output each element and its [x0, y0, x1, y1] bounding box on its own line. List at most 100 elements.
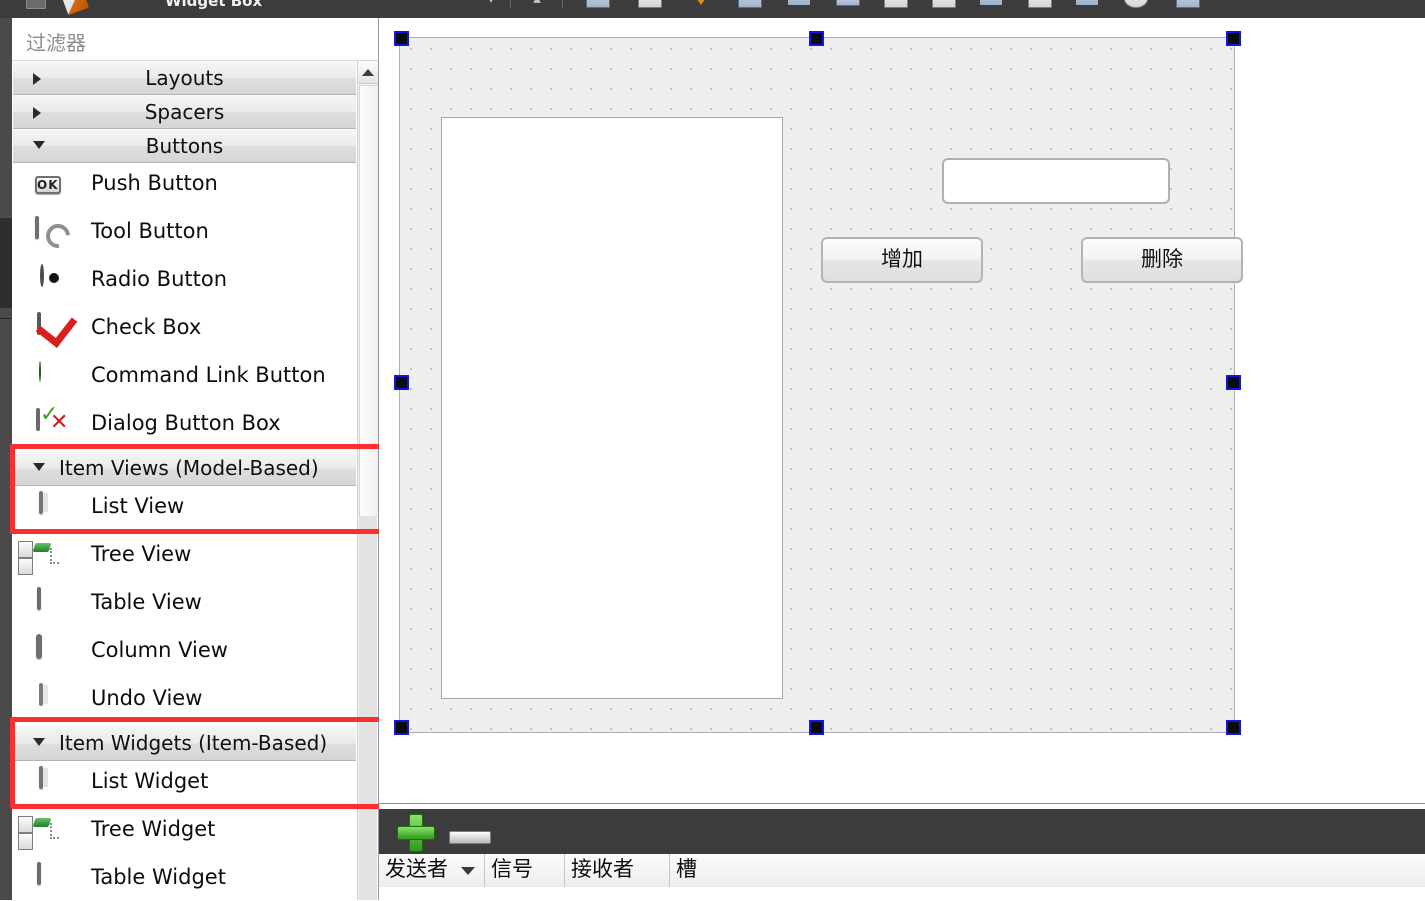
- category-label: Spacers: [144, 100, 225, 124]
- widget-item-tree-widget[interactable]: Tree Widget: [13, 809, 356, 857]
- layout-form-icon[interactable]: [932, 0, 956, 8]
- widget-item-label: Push Button: [91, 171, 218, 195]
- form-line-edit-widget[interactable]: [942, 158, 1170, 204]
- chevron-down-icon: [33, 738, 45, 746]
- widget-item-radio-button[interactable]: Radio Button: [13, 259, 356, 307]
- category-header-buttons[interactable]: Buttons: [13, 129, 356, 163]
- panel-title: Widget Box: [165, 0, 263, 10]
- left-dock-rail[interactable]: [0, 18, 12, 900]
- column-label: 接收者: [571, 857, 634, 881]
- filter-input[interactable]: 过滤器: [26, 27, 86, 56]
- column-label: 信号: [491, 857, 533, 881]
- widget-category-list[interactable]: Layouts Spacers Buttons OK Push Button T…: [13, 61, 356, 900]
- push-button-icon: OK: [35, 176, 61, 194]
- signal-slot-header-row[interactable]: 发送者 信号 接收者 槽: [379, 854, 1425, 888]
- column-header-signal[interactable]: 信号: [485, 854, 565, 887]
- resize-handle-top-left[interactable]: [394, 31, 409, 46]
- list-view-icon: [33, 491, 75, 527]
- widget-item-column-view[interactable]: Column View: [13, 630, 356, 678]
- rail-divider: [0, 318, 12, 319]
- column-view-icon: [33, 634, 75, 671]
- scrollbar-track[interactable]: [359, 516, 377, 900]
- form-designer-canvas[interactable]: 增加 删除: [379, 18, 1425, 803]
- widget-item-tree-view[interactable]: Tree View: [13, 534, 356, 582]
- widget-item-list-widget[interactable]: List Widget: [13, 761, 356, 809]
- form-add-button[interactable]: 增加: [821, 237, 983, 283]
- form-delete-button[interactable]: 删除: [1081, 237, 1243, 283]
- chevron-down-icon[interactable]: ▾: [480, 0, 502, 8]
- column-header-slot[interactable]: 槽: [670, 854, 1425, 887]
- edit-buddies-icon[interactable]: [692, 0, 710, 5]
- widget-item-table-widget[interactable]: Table Widget: [13, 857, 356, 900]
- widget-box-panel[interactable]: 过滤器 Layouts Spacers Buttons OK Push Butt…: [12, 18, 379, 900]
- resize-handle-bottom-left[interactable]: [394, 720, 409, 735]
- widget-item-label: Dialog Button Box: [91, 411, 281, 435]
- widget-item-undo-view[interactable]: Undo View: [13, 678, 356, 726]
- signal-slot-editor[interactable]: 发送者 信号 接收者 槽: [379, 803, 1425, 901]
- resize-handle-middle-right[interactable]: [1226, 375, 1241, 390]
- sort-descending-icon: [461, 867, 475, 875]
- add-connection-icon[interactable]: [397, 814, 435, 852]
- rail-active-segment: [0, 218, 12, 308]
- column-header-receiver[interactable]: 接收者: [565, 854, 670, 887]
- edit-tab-order-icon[interactable]: [738, 0, 762, 8]
- filter-field-wrapper[interactable]: 过滤器: [12, 18, 378, 61]
- widget-item-check-box[interactable]: Check Box: [13, 307, 356, 355]
- signal-slot-toolbar[interactable]: [379, 809, 1425, 854]
- widget-item-table-view[interactable]: Table View: [13, 582, 356, 630]
- widget-box-scrollbar[interactable]: [357, 61, 378, 900]
- widget-item-command-link-button[interactable]: Command Link Button: [13, 355, 356, 403]
- widget-item-label: Table Widget: [91, 865, 226, 889]
- layout-horizontally-icon[interactable]: [788, 0, 810, 5]
- chevron-up-icon[interactable]: ▴: [526, 0, 548, 8]
- scrollbar-thumb[interactable]: [359, 85, 378, 517]
- widget-item-label: Command Link Button: [91, 363, 326, 387]
- widget-item-dialog-button-box[interactable]: Dialog Button Box: [13, 403, 356, 451]
- category-header-layouts[interactable]: Layouts: [13, 61, 356, 95]
- resize-handle-middle-left[interactable]: [394, 375, 409, 390]
- tool-button-icon: [33, 216, 75, 252]
- scroll-up-arrow-icon[interactable]: [358, 61, 378, 84]
- table-widget-icon: [33, 862, 75, 898]
- widget-item-label: Column View: [91, 638, 228, 662]
- column-header-sender[interactable]: 发送者: [379, 854, 485, 887]
- signal-slot-rows[interactable]: [379, 887, 1425, 901]
- break-layout-icon[interactable]: [1076, 0, 1098, 5]
- main-toolbar[interactable]: Widget Box ▾ ▴: [0, 0, 1425, 18]
- command-link-button-icon: [33, 361, 75, 396]
- widget-item-push-button[interactable]: OK Push Button: [13, 163, 356, 211]
- layout-vertically-icon[interactable]: [836, 0, 860, 6]
- design-form[interactable]: 增加 删除: [399, 37, 1243, 733]
- edit-widgets-icon[interactable]: [586, 0, 610, 8]
- category-header-item-widgets[interactable]: Item Widgets (Item-Based): [13, 726, 356, 761]
- widget-item-label: Undo View: [91, 686, 203, 710]
- tree-widget-icon: [18, 816, 75, 850]
- check-box-icon: [33, 312, 75, 348]
- category-label: Buttons: [145, 134, 224, 158]
- resize-handle-bottom-right[interactable]: [1226, 720, 1241, 735]
- layout-splitter-v-icon[interactable]: [1028, 0, 1052, 8]
- tree-view-icon: [18, 541, 75, 575]
- category-label: Item Views (Model-Based): [59, 456, 319, 480]
- edit-signals-slots-icon[interactable]: [638, 0, 662, 8]
- widget-item-list-view[interactable]: List View: [13, 486, 356, 534]
- category-label: Layouts: [145, 66, 224, 90]
- column-label: 发送者: [385, 857, 448, 881]
- layout-splitter-h-icon[interactable]: [980, 0, 1002, 5]
- preview-icon[interactable]: [1176, 0, 1200, 8]
- list-widget-icon: [33, 766, 75, 802]
- undo-view-icon: [33, 683, 75, 719]
- resize-handle-top-center[interactable]: [809, 31, 824, 46]
- category-header-spacers[interactable]: Spacers: [13, 95, 356, 129]
- widget-item-label: Table View: [91, 590, 202, 614]
- pencil-icon: [60, 0, 90, 16]
- remove-connection-icon[interactable]: [449, 831, 491, 844]
- resize-handle-bottom-center[interactable]: [809, 720, 824, 735]
- widget-item-label: Tree Widget: [91, 817, 216, 841]
- category-header-item-views[interactable]: Item Views (Model-Based): [13, 451, 356, 486]
- widget-item-tool-button[interactable]: Tool Button: [13, 211, 356, 259]
- form-list-view-widget[interactable]: [441, 117, 783, 699]
- adjust-size-icon[interactable]: [1124, 0, 1148, 8]
- resize-handle-top-right[interactable]: [1226, 31, 1241, 46]
- layout-grid-icon[interactable]: [884, 0, 908, 8]
